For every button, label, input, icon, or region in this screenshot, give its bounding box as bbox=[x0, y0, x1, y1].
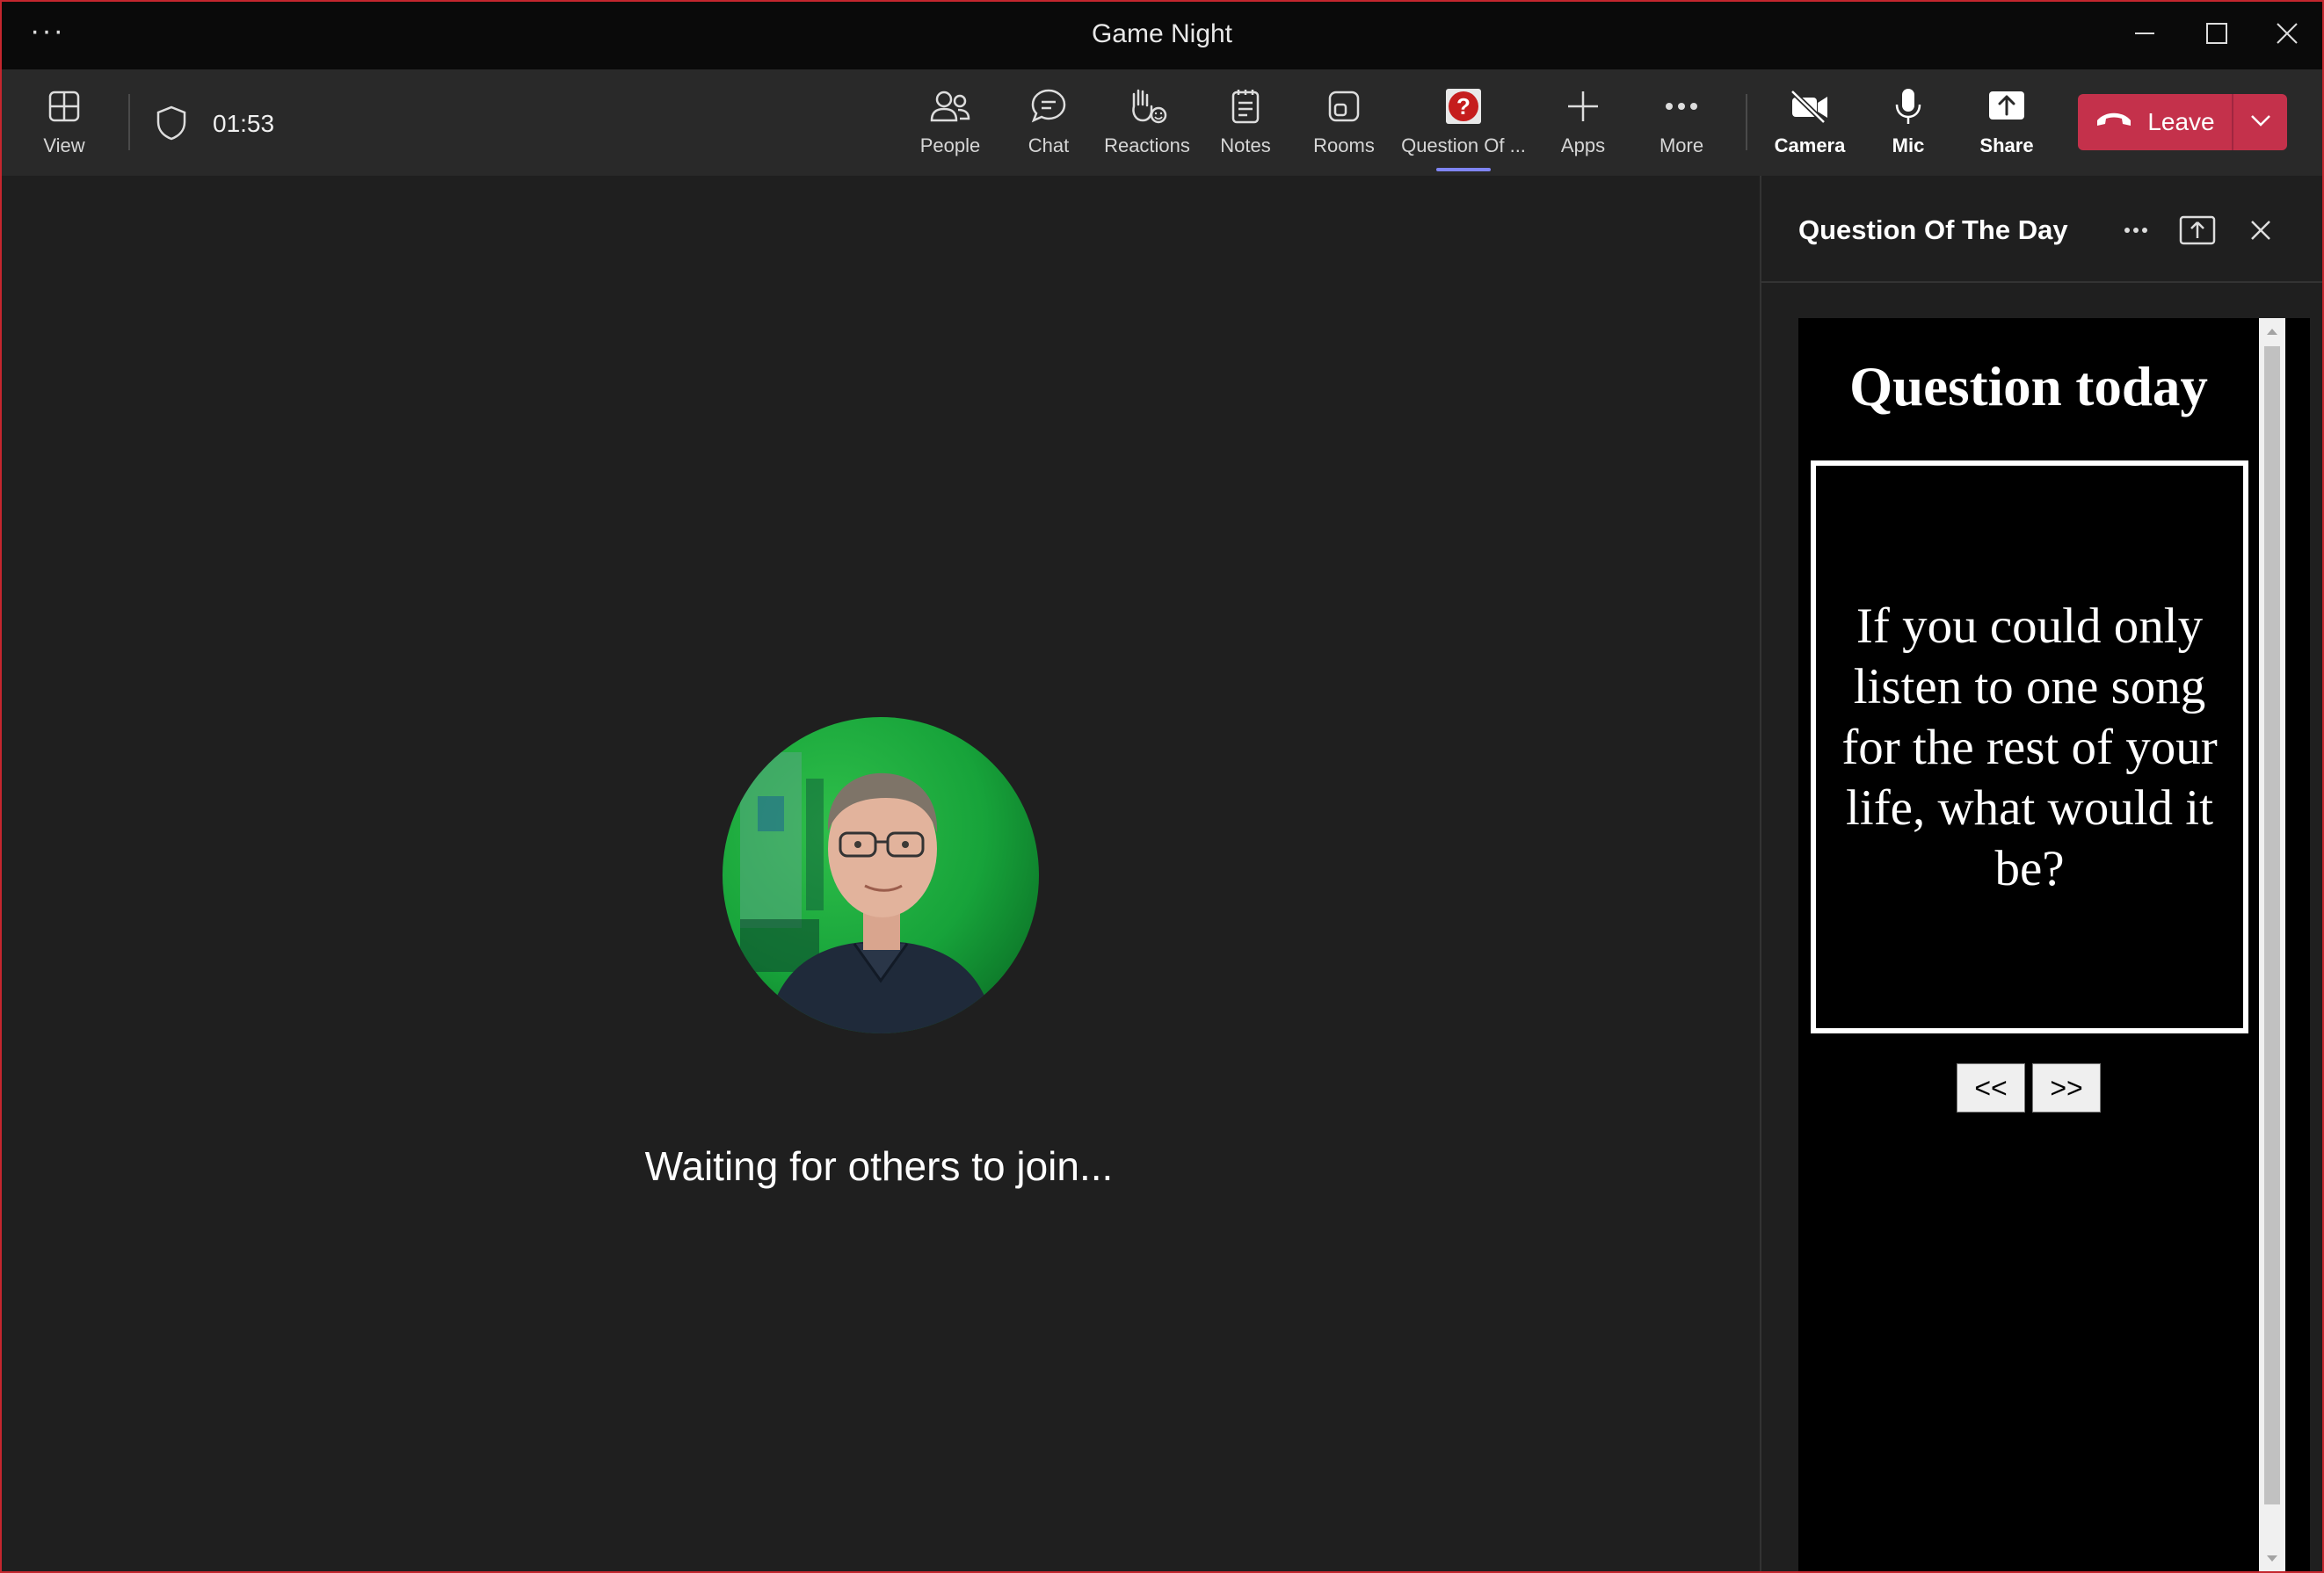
panel-header: Question Of The Day bbox=[1761, 176, 2324, 283]
camera-off-icon bbox=[1789, 85, 1831, 127]
chat-button[interactable]: Chat bbox=[1000, 85, 1097, 164]
toolbar-divider bbox=[128, 94, 130, 150]
next-question-button[interactable]: >> bbox=[2032, 1063, 2101, 1113]
share-to-stage-icon[interactable] bbox=[2178, 211, 2217, 250]
close-window-icon[interactable] bbox=[2270, 16, 2305, 51]
mic-button[interactable]: Mic bbox=[1860, 85, 1957, 164]
question-of-the-day-button[interactable]: ? Question Of ... bbox=[1401, 85, 1526, 164]
mic-label: Mic bbox=[1892, 134, 1925, 156]
question-label: Question Of ... bbox=[1401, 134, 1526, 156]
title-bar: ··· Game Night bbox=[0, 0, 2324, 69]
leave-button[interactable]: Leave bbox=[2078, 94, 2232, 150]
more-options-icon[interactable] bbox=[2117, 211, 2155, 250]
scroll-up-icon[interactable] bbox=[2267, 329, 2277, 335]
svg-text:?: ? bbox=[1456, 93, 1471, 120]
scroll-down-icon[interactable] bbox=[2267, 1555, 2277, 1562]
camera-label: Camera bbox=[1774, 134, 1846, 156]
scroll-thumb[interactable] bbox=[2264, 346, 2280, 1504]
phone-hangup-icon bbox=[2095, 108, 2133, 136]
window-title: Game Night bbox=[1091, 19, 1233, 48]
previous-question-button[interactable]: << bbox=[1957, 1063, 2025, 1113]
question-box: If you could only listen to one song for… bbox=[1811, 460, 2248, 1033]
chat-label: Chat bbox=[1028, 134, 1070, 156]
side-panel: Question Of The Day Question today If yo… bbox=[1760, 176, 2324, 1573]
app-heading: Question today bbox=[1849, 356, 2208, 417]
view-button[interactable]: View bbox=[16, 85, 113, 164]
apps-label: Apps bbox=[1560, 134, 1606, 156]
raise-hand-icon bbox=[1126, 85, 1168, 127]
apps-button[interactable]: Apps bbox=[1535, 85, 1631, 164]
close-panel-icon[interactable] bbox=[2241, 211, 2280, 250]
shield-icon[interactable] bbox=[155, 105, 188, 146]
active-tab-indicator bbox=[1436, 168, 1491, 171]
meeting-timer: 01:53 bbox=[213, 110, 275, 137]
notes-button[interactable]: Notes bbox=[1197, 85, 1294, 164]
scrollbar[interactable] bbox=[2259, 318, 2285, 1573]
panel-title: Question Of The Day bbox=[1798, 214, 2068, 245]
leave-label: Leave bbox=[2147, 108, 2215, 135]
more-icon bbox=[1660, 85, 1703, 127]
rooms-label: Rooms bbox=[1313, 134, 1375, 156]
people-icon bbox=[929, 85, 971, 127]
question-text: If you could only listen to one song for… bbox=[1841, 598, 2218, 896]
meeting-toolbar: View 01:53 People Chat Reactions Notes R… bbox=[0, 69, 2324, 176]
notes-icon bbox=[1224, 85, 1267, 127]
people-label: People bbox=[919, 134, 981, 156]
more-label: More bbox=[1659, 134, 1704, 156]
leave-button-group: Leave bbox=[2078, 94, 2287, 150]
rooms-icon bbox=[1323, 85, 1365, 127]
chat-icon bbox=[1028, 85, 1070, 127]
question-app-icon: ? bbox=[1442, 85, 1485, 127]
toolbar-divider bbox=[1746, 94, 1747, 150]
chevron-down-icon bbox=[2250, 114, 2271, 131]
share-screen-icon bbox=[1986, 85, 2028, 127]
share-label: Share bbox=[1979, 134, 2034, 156]
waiting-message: Waiting for others to join... bbox=[644, 1143, 1114, 1189]
maximize-icon[interactable] bbox=[2199, 16, 2234, 51]
reactions-button[interactable]: Reactions bbox=[1099, 85, 1195, 164]
people-button[interactable]: People bbox=[902, 85, 999, 164]
question-app-frame: Question today If you could only listen … bbox=[1798, 318, 2310, 1573]
avatar bbox=[723, 717, 1039, 1033]
view-label: View bbox=[43, 134, 85, 156]
rooms-button[interactable]: Rooms bbox=[1296, 85, 1392, 164]
reactions-label: Reactions bbox=[1104, 134, 1190, 156]
share-button[interactable]: Share bbox=[1958, 85, 2055, 164]
notes-label: Notes bbox=[1220, 134, 1271, 156]
more-button[interactable]: More bbox=[1633, 85, 1730, 164]
mic-icon bbox=[1887, 85, 1929, 127]
camera-button[interactable]: Camera bbox=[1761, 85, 1858, 164]
plus-icon bbox=[1562, 85, 1604, 127]
minimize-icon[interactable] bbox=[2127, 16, 2162, 51]
grid-icon bbox=[43, 85, 85, 127]
leave-options-button[interactable] bbox=[2233, 94, 2287, 150]
